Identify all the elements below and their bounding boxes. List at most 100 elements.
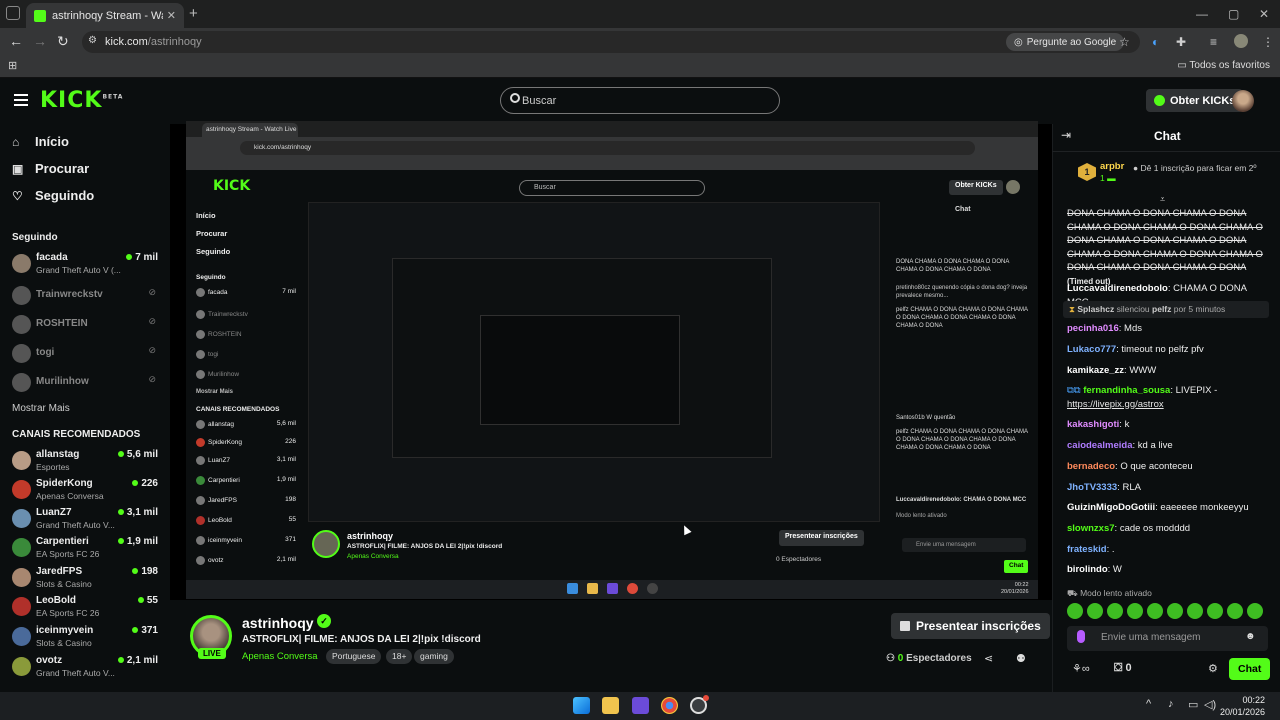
stream-category[interactable]: Apenas Conversa	[242, 651, 318, 662]
emote-icon[interactable]	[1207, 603, 1223, 619]
emote-icon[interactable]	[1227, 603, 1243, 619]
recommended-heading: CANAIS RECOMENDADOS	[12, 429, 141, 440]
emote-icon[interactable]	[1147, 603, 1163, 619]
capture-following-heading: Seguindo	[196, 274, 226, 281]
tray-chevron-icon[interactable]: ^	[1146, 698, 1151, 710]
maximize-icon[interactable]: ▢	[1228, 7, 1239, 21]
collapse-chat-icon[interactable]: ⇥	[1061, 128, 1071, 142]
following-channel-togi[interactable]: togi ⊘	[12, 341, 162, 369]
kick-logo[interactable]: KICKBETA	[40, 88, 123, 113]
following-channel-roshtein[interactable]: ROSHTEIN ⊘	[12, 312, 162, 340]
file-explorer-icon[interactable]	[602, 697, 619, 714]
following-channel-murilinhow[interactable]: Murilinhow ⊘	[12, 370, 162, 398]
new-tab-button[interactable]: +	[189, 5, 198, 22]
recommended-channel[interactable]: iceinmyvein Slots & Casino 371	[12, 624, 162, 652]
system-clock[interactable]: 00:22 20/01/2026	[1220, 694, 1265, 718]
extension-icon[interactable]: ◐	[1152, 35, 1159, 49]
chat-input-placeholder: Envie uma mensagem	[1101, 632, 1201, 643]
minimize-icon[interactable]: —	[1196, 7, 1208, 21]
emote-icon[interactable]	[1247, 603, 1263, 619]
sidebar-item-following[interactable]: ♡ Seguindo	[12, 188, 94, 203]
expand-leaderboard-icon[interactable]: ⩡	[1160, 194, 1172, 205]
recommended-channel[interactable]: JaredFPS Slots & Casino 198	[12, 565, 162, 593]
site-info-icon[interactable]: ⚙	[88, 35, 97, 46]
capture-clock: 00:22 20/01/2026	[1001, 582, 1029, 595]
tag-gaming[interactable]: gaming	[414, 649, 454, 664]
emote-icon[interactable]	[1107, 603, 1123, 619]
capture-folder-icon	[587, 583, 598, 594]
capture-tab-strip	[186, 121, 1038, 137]
capture-show-more: Mostrar Mais	[196, 389, 234, 395]
recommended-channel[interactable]: LuanZ7 Grand Theft Auto V... 3,1 mil	[12, 506, 162, 534]
show-more-link[interactable]: Mostrar Mais	[12, 403, 70, 414]
bookmark-star-icon[interactable]: ☆	[1119, 35, 1130, 49]
sidebar-item-home[interactable]: ⌂ Início	[12, 134, 69, 149]
forward-icon[interactable]: →	[33, 33, 47, 49]
ask-google-button[interactable]: ◎ Pergunte ao Google	[1006, 33, 1125, 51]
tab-groups-icon[interactable]: ≡	[1210, 35, 1217, 49]
tab-close-icon[interactable]: ✕	[167, 9, 176, 22]
emote-icon[interactable]	[1087, 603, 1103, 619]
url-text[interactable]: kick.com/astrinhoqy	[105, 36, 202, 48]
reload-icon[interactable]: ↻	[57, 33, 69, 50]
tray-volume-icon[interactable]: ◁)	[1204, 698, 1216, 711]
streamer-name[interactable]: astrinhoqy	[242, 615, 314, 631]
offline-icon: ⊘	[148, 316, 156, 326]
back-icon[interactable]: ←	[9, 33, 23, 49]
apps-grid-icon[interactable]: ⊞	[8, 59, 17, 72]
emote-icon[interactable]	[1127, 603, 1143, 619]
address-bar[interactable]	[82, 31, 1140, 53]
divider	[1052, 151, 1280, 152]
recommended-channel[interactable]: ovotz Grand Theft Auto V... 2,1 mil	[12, 654, 162, 682]
chat-points[interactable]: ⛋ 0	[1114, 662, 1132, 675]
capture-search: Buscar	[519, 180, 705, 196]
tray-mic-icon[interactable]: ♪	[1168, 698, 1174, 710]
avatar	[12, 373, 31, 392]
get-kicks-button[interactable]: Obter KICKs	[1146, 89, 1244, 112]
chrome-icon[interactable]	[661, 697, 678, 714]
browser-tab[interactable]: astrinhoqy Stream - Watch Live ✕	[26, 3, 184, 28]
browser-menu-icon[interactable]: ⋮	[1262, 35, 1274, 49]
tag-language[interactable]: Portuguese	[326, 649, 382, 664]
app-icon[interactable]	[632, 697, 649, 714]
recommended-channel[interactable]: allanstag Esportes 5,6 mil	[12, 448, 162, 476]
emote-icon[interactable]	[1067, 603, 1083, 619]
recommended-channel[interactable]: SpiderKong Apenas Conversa 226	[12, 477, 162, 505]
hamburger-menu-icon[interactable]	[14, 94, 28, 106]
tray-network-icon[interactable]: ▭	[1188, 698, 1198, 711]
chat-identity-icon[interactable]: ⚘∞	[1072, 662, 1090, 675]
capture-chat-line: Luccavaldirenedobolo: CHAMA O DONA MCC	[896, 497, 1027, 503]
capture-avatar	[1006, 180, 1020, 194]
leaderboard-user[interactable]: arpbr	[1100, 161, 1124, 172]
follow-user-icon[interactable]: ⚉	[1016, 652, 1026, 665]
user-avatar[interactable]	[1232, 90, 1254, 112]
chat-message: JhoTV3333: RLA	[1067, 482, 1141, 493]
tag-age[interactable]: 18+	[386, 649, 413, 664]
quick-emotes	[1067, 603, 1263, 619]
close-window-icon[interactable]: ✕	[1259, 7, 1269, 21]
following-channel-facada[interactable]: facada Grand Theft Auto V (... 7 mil	[12, 251, 162, 279]
capture-channel: Trainwreckstv	[196, 310, 296, 319]
emote-icon[interactable]	[1167, 603, 1183, 619]
following-channel-trainwreckstv[interactable]: Trainwreckstv ⊘	[12, 283, 162, 311]
windows-start-icon[interactable]	[573, 697, 590, 714]
gift-subs-button[interactable]: Presentear inscrições	[891, 613, 1050, 639]
tab-search-icon[interactable]	[6, 6, 20, 20]
chat-message-deleted: DONA CHAMA O DONA CHAMA O DONA CHAMA O D…	[1067, 208, 1263, 286]
chat-settings-gear-icon[interactable]: ⚙	[1208, 662, 1218, 675]
capture-recommended-heading: CANAIS RECOMENDADOS	[196, 406, 280, 413]
recommended-channel[interactable]: LeoBold EA Sports FC 26 55	[12, 594, 162, 622]
chat-link[interactable]: https://livepix.gg/astrox	[1067, 399, 1164, 410]
emoji-icon[interactable]: ☻	[1245, 631, 1256, 642]
share-icon[interactable]: ⋖	[984, 652, 993, 665]
all-bookmarks-folder[interactable]: ▭ Todos os favoritos	[1177, 60, 1270, 71]
sidebar-item-browse[interactable]: ▣ Procurar	[12, 161, 89, 176]
live-dot-icon	[132, 627, 139, 633]
microphone-icon[interactable]	[1077, 630, 1085, 643]
profile-avatar-icon[interactable]	[1234, 34, 1248, 48]
capture-stream-title: ASTROFLIX| FILME: ANJOS DA LEI 2|!pix !d…	[347, 543, 503, 550]
extensions-puzzle-icon[interactable]: ✚	[1176, 35, 1186, 49]
send-chat-button[interactable]: Chat	[1229, 658, 1271, 680]
emote-icon[interactable]	[1187, 603, 1203, 619]
recommended-channel[interactable]: Carpentieri EA Sports FC 26 1,9 mil	[12, 535, 162, 563]
